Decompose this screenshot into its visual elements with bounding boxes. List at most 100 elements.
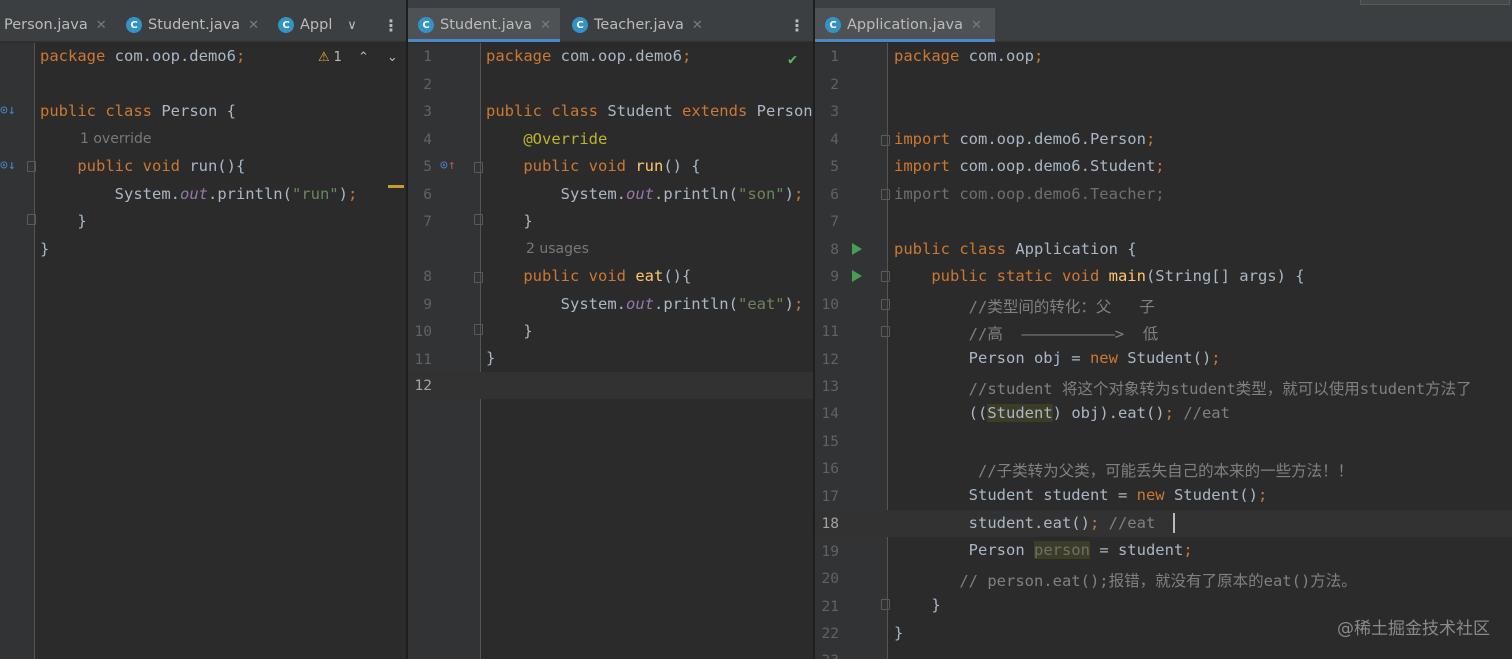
tab-teacher-java[interactable]: C Teacher.java ✕ <box>560 8 720 42</box>
code-line: public class Application { <box>894 240 1137 258</box>
close-icon[interactable]: ✕ <box>971 18 982 33</box>
code-line: public void eat(){ <box>523 267 692 285</box>
line-number: 11 <box>414 352 432 368</box>
line-number: 2 <box>423 77 432 93</box>
code-line: Student student = new Student(); <box>894 486 1268 504</box>
fold-marker-icon[interactable] <box>27 214 36 225</box>
tab-more-menu[interactable]: ⋮ <box>786 8 808 42</box>
code-comment: //高 ——————————> 低 <box>894 325 1159 343</box>
tab-more-menu[interactable]: ⋮ <box>380 8 402 42</box>
fold-marker-icon[interactable] <box>474 272 483 283</box>
tab-application-java[interactable]: C Appl <box>266 8 336 42</box>
tab-student-java[interactable]: C Student.java ✕ <box>114 8 266 42</box>
code-line: package com.oop.demo6; <box>40 47 246 65</box>
line-number: 9 <box>830 269 839 285</box>
code-line: public void run(){ <box>77 157 246 175</box>
previous-problem-icon[interactable]: ⌃ <box>358 50 369 65</box>
line-number: 7 <box>830 214 839 230</box>
line-number: 16 <box>821 461 839 477</box>
tab-label: Appl <box>300 17 333 33</box>
top-strip <box>408 0 813 8</box>
fold-marker-icon[interactable] <box>474 162 483 173</box>
fold-marker-icon[interactable] <box>881 135 890 146</box>
line-number: 15 <box>821 434 839 450</box>
close-icon[interactable]: ✕ <box>540 18 551 33</box>
run-icon[interactable] <box>852 270 862 282</box>
close-icon[interactable]: ✕ <box>692 18 703 33</box>
overriding-method-icon[interactable]: ⊙↑ <box>440 158 456 173</box>
top-strip <box>0 0 406 8</box>
fold-marker-icon[interactable] <box>881 299 890 310</box>
tab-person-java[interactable]: Person.java ✕ <box>0 8 114 42</box>
fold-marker-icon[interactable] <box>881 599 890 610</box>
tab-label: Student.java <box>440 17 533 33</box>
line-number: 3 <box>423 104 432 120</box>
editor-pane-middle: C Student.java ✕ C Teacher.java ✕ ⋮ 1 2 … <box>408 0 813 659</box>
toolbar-search-box[interactable] <box>1360 0 1510 5</box>
tab-list-dropdown[interactable]: ∨ <box>340 8 364 42</box>
code-line: System.out.println("son"); <box>486 185 804 203</box>
overridden-method-icon[interactable]: ⊙↓ <box>0 158 16 173</box>
code-line: } <box>894 624 904 642</box>
usages-hint[interactable]: 2 usages <box>526 241 589 257</box>
line-number: 14 <box>821 406 839 422</box>
code-line: @Override <box>523 130 608 148</box>
code-line: } <box>486 212 533 230</box>
code-line: import com.oop.demo6.Person; <box>894 130 1156 148</box>
code-line: System.out.println("run"); <box>40 185 358 203</box>
tab-student-java[interactable]: C Student.java ✕ <box>408 8 560 42</box>
line-number: 12 <box>821 352 839 368</box>
java-class-icon: C <box>418 17 434 33</box>
gutter-divider <box>34 43 35 659</box>
code-line: public void run() { <box>523 157 701 175</box>
code-comment: //student 将这个对象转为student类型，就可以使用student方… <box>894 380 1472 398</box>
next-problem-icon[interactable]: ⌄ <box>387 50 398 65</box>
tab-application-java[interactable]: C Application.java ✕ <box>815 8 995 42</box>
warning-icon: ⚠ <box>318 50 330 65</box>
code-comment: //类型间的转化：父 子 <box>894 298 1155 316</box>
text-cursor <box>1173 513 1175 533</box>
warning-marker <box>388 185 404 188</box>
line-number: 1 <box>423 49 432 65</box>
warning-count: 1 <box>333 50 342 65</box>
close-icon[interactable]: ✕ <box>96 18 107 33</box>
gutter-divider <box>480 43 481 659</box>
code-line: ((Student) obj).eat(); //eat <box>894 404 1230 422</box>
line-number: 7 <box>423 214 432 230</box>
no-problems-check-icon[interactable]: ✔ <box>788 50 797 68</box>
code-line: } <box>486 322 533 340</box>
code-line: public static void main(String[] args) { <box>931 267 1305 285</box>
line-number: 19 <box>821 544 839 560</box>
fold-marker-icon[interactable] <box>474 214 483 225</box>
run-icon[interactable] <box>852 243 862 255</box>
line-number: 1 <box>830 49 839 65</box>
watermark: @稀土掘金技术社区 <box>1337 619 1490 639</box>
tab-bar-left: Person.java ✕ C Student.java ✕ C Appl ∨ … <box>0 8 406 42</box>
inspection-widget[interactable]: ⚠ 1 ⌃ ⌄ <box>318 50 398 65</box>
override-hint: 1 override <box>80 131 152 147</box>
close-icon[interactable]: ✕ <box>248 18 259 33</box>
overridden-method-icon[interactable]: ⊙↓ <box>0 103 16 118</box>
line-number: 17 <box>821 489 839 505</box>
line-number: 10 <box>414 324 432 340</box>
line-number: 5 <box>830 159 839 175</box>
tab-bar-right: C Application.java ✕ <box>815 8 1512 42</box>
code-line: public class Person { <box>40 102 236 120</box>
fold-marker-icon[interactable] <box>27 161 36 172</box>
line-number: 9 <box>423 297 432 313</box>
line-number: 13 <box>821 379 839 395</box>
fold-marker-icon[interactable] <box>881 326 890 337</box>
line-number: 23 <box>815 653 839 659</box>
line-number: 8 <box>830 242 839 258</box>
line-number: 4 <box>423 132 432 148</box>
fold-marker-icon[interactable] <box>881 189 890 200</box>
code-line: Person obj = new Student(); <box>894 349 1221 367</box>
fold-marker-icon[interactable] <box>881 271 890 282</box>
tab-label: Teacher.java <box>594 17 684 33</box>
line-number: 8 <box>423 269 432 285</box>
current-line-highlight <box>408 372 813 399</box>
line-number: 2 <box>830 77 839 93</box>
line-number: 6 <box>830 187 839 203</box>
fold-marker-icon[interactable] <box>474 324 483 335</box>
line-number: 6 <box>423 187 432 203</box>
